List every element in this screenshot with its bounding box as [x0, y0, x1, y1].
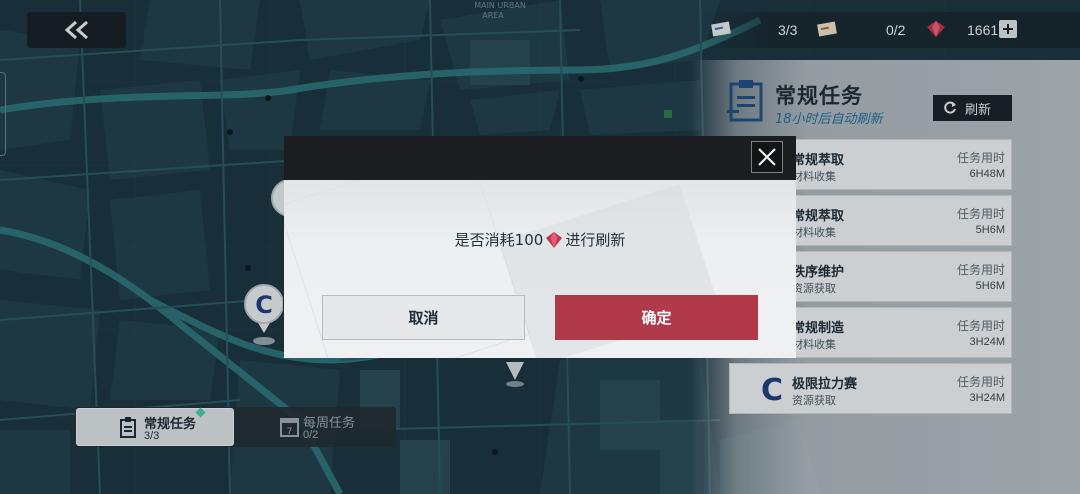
confirm-button[interactable]: 确定: [555, 295, 758, 340]
close-button[interactable]: [751, 141, 783, 173]
dialog-header: [284, 136, 796, 180]
refresh-confirm-dialog: 是否消耗100 进行刷新 取消 确定: [284, 136, 796, 358]
cancel-button[interactable]: 取消: [322, 295, 525, 340]
message-suffix: 进行刷新: [565, 231, 626, 249]
gem-icon: [546, 231, 563, 248]
message-prefix: 是否消耗100: [454, 231, 544, 249]
dialog-body: 是否消耗100 进行刷新 取消 确定: [284, 180, 796, 358]
close-icon: [758, 148, 776, 166]
dialog-message: 是否消耗100 进行刷新: [284, 229, 796, 250]
